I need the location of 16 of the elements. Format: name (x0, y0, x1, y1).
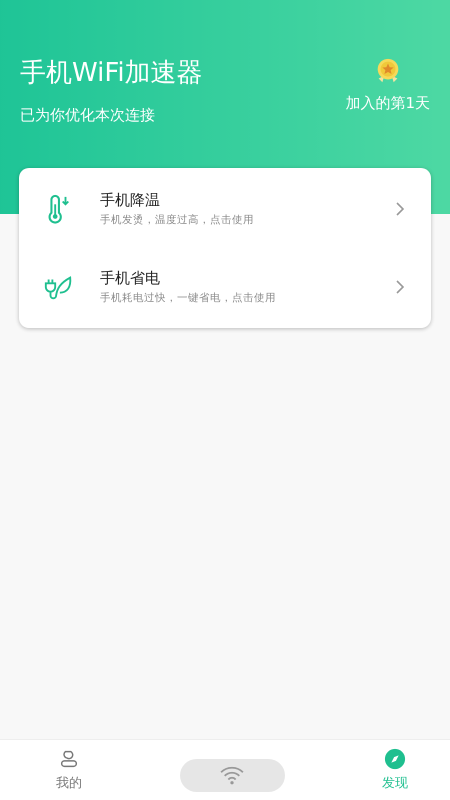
feature-item[interactable]: 手机降温 手机发烫，温度过高，点击使用 (19, 170, 431, 248)
feature-item[interactable]: 手机省电 手机耗电过快，一键省电，点击使用 (19, 248, 431, 326)
nav-tab[interactable]: 我的 (56, 748, 82, 792)
wifi-button[interactable] (180, 758, 284, 792)
feature-title: 手机省电 (100, 269, 161, 288)
feature-description: 手机发烫，温度过高，点击使用 (100, 213, 255, 227)
membership-days: 加入的第1天 (345, 94, 430, 113)
wifi-icon (218, 765, 246, 785)
compass-icon (384, 748, 406, 770)
feature-title: 手机降温 (100, 191, 161, 210)
chevron-right-icon (395, 279, 405, 295)
app-title: 手机WiFi加速器 (20, 57, 203, 90)
subtitle: 已为你优化本次连接 (20, 106, 156, 125)
person-icon (58, 748, 80, 770)
feature-description: 手机耗电过快，一键省电，点击使用 (100, 291, 277, 305)
chevron-right-icon (395, 201, 405, 217)
